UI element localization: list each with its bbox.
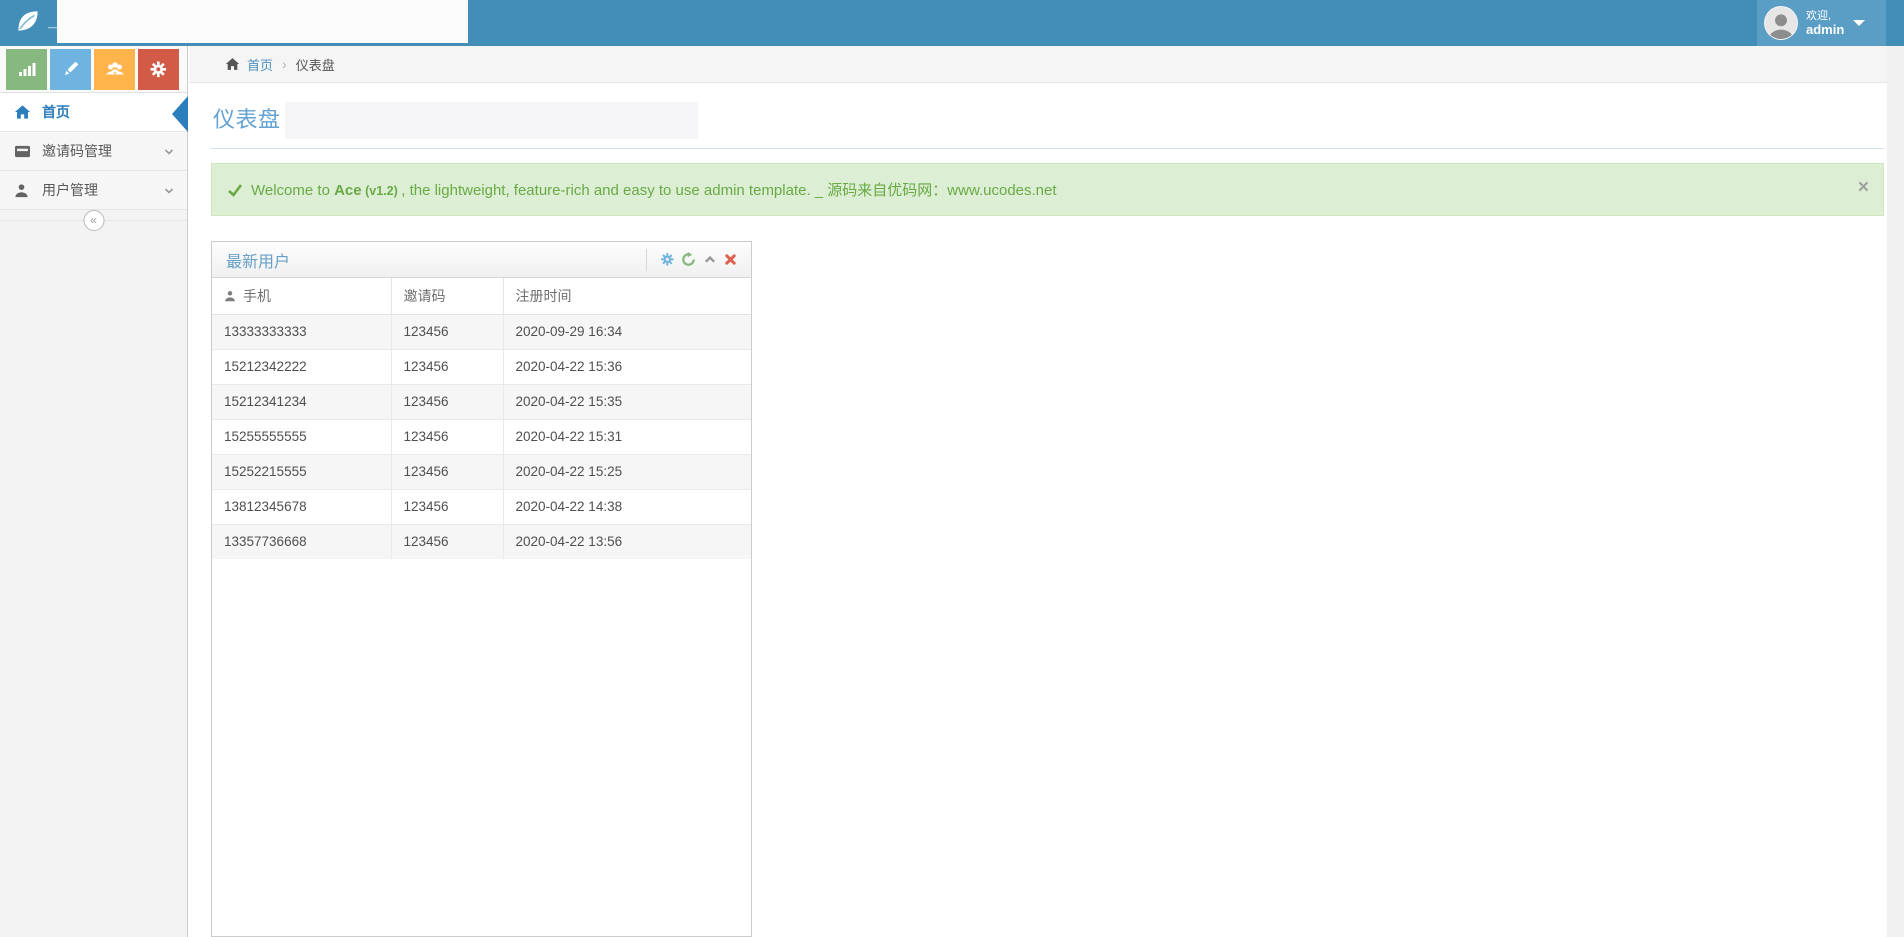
users-shortcut-button[interactable] [94, 49, 135, 90]
cell-invite-code: 123456 [391, 349, 503, 384]
caret-down-icon [1853, 20, 1865, 26]
home-icon [225, 57, 240, 71]
home-icon [14, 104, 34, 120]
brand[interactable]: _ [12, 5, 57, 37]
alert-source: _ 源码来自优码网：www.ucodes.net [815, 182, 1057, 199]
cell-register-time: 2020-09-29 16:34 [503, 314, 751, 349]
cell-invite-code: 123456 [391, 419, 503, 454]
alert-success: Welcome to Ace (v1.2) , the lightweight,… [211, 163, 1884, 216]
sidebar-item-label: 邀请码管理 [42, 141, 112, 161]
breadcrumb-home-link[interactable]: 首页 [247, 55, 273, 74]
users-icon [105, 60, 125, 78]
cell-phone: 15252215555 [212, 454, 391, 489]
user-menu[interactable]: 欢迎, admin [1757, 0, 1886, 46]
user-welcome: 欢迎, [1806, 9, 1844, 23]
user-name: admin [1806, 23, 1844, 37]
table-row: 13333333333 123456 2020-09-29 16:34 [212, 314, 751, 349]
sidebar-nav: 首页 邀请码管理 用户管理 [0, 93, 187, 210]
redaction-overlay-title [285, 102, 698, 139]
user-icon [14, 183, 34, 198]
cell-phone: 13333333333 [212, 314, 391, 349]
person-icon [224, 290, 236, 302]
cell-register-time: 2020-04-22 14:38 [503, 489, 751, 524]
breadcrumb-current: 仪表盘 [296, 55, 335, 74]
edit-shortcut-button[interactable] [50, 49, 91, 90]
breadcrumb: 首页 › 仪表盘 [189, 46, 1887, 83]
table-header-row: 手机 邀请码 注册时间 [212, 278, 751, 314]
cell-invite-code: 123456 [391, 454, 503, 489]
collapse-left-icon: « [90, 213, 97, 227]
close-icon[interactable] [720, 250, 741, 270]
chevron-down-icon [163, 184, 175, 200]
leaf-icon [12, 5, 44, 37]
sidebar-item-label: 用户管理 [42, 180, 98, 200]
widget-header: 最新用户 [212, 242, 751, 278]
close-icon[interactable]: × [1858, 178, 1869, 197]
sidebar-item-user-management[interactable]: 用户管理 [0, 171, 187, 210]
user-info: 欢迎, admin [1806, 9, 1844, 37]
stats-shortcut-button[interactable] [6, 49, 47, 90]
table-row: 15252215555 123456 2020-04-22 15:25 [212, 454, 751, 489]
sidebar: 首页 邀请码管理 用户管理 [0, 46, 188, 937]
cell-invite-code: 123456 [391, 384, 503, 419]
column-header-phone: 手机 [212, 278, 391, 314]
sidebar-collapse-row: « [0, 220, 187, 246]
app-root: _ 欢迎, admin [0, 0, 1904, 937]
cell-phone: 15212342222 [212, 349, 391, 384]
settings-shortcut-button[interactable] [138, 49, 179, 90]
cell-register-time: 2020-04-22 15:35 [503, 384, 751, 419]
cell-invite-code: 123456 [391, 524, 503, 559]
page-header-divider [211, 148, 1884, 149]
cell-phone: 13812345678 [212, 489, 391, 524]
inbox-icon [14, 144, 34, 159]
check-icon [227, 182, 243, 198]
signal-icon [18, 60, 36, 78]
widget-title: 最新用户 [226, 248, 646, 272]
cell-phone: 15255555555 [212, 419, 391, 454]
sidebar-shortcuts [0, 46, 187, 93]
pencil-icon [62, 60, 80, 78]
cell-invite-code: 123456 [391, 489, 503, 524]
breadcrumb-separator: › [282, 56, 287, 72]
sidebar-collapse-button[interactable]: « [83, 210, 104, 231]
widget-toolbar [646, 249, 741, 271]
cell-invite-code: 123456 [391, 314, 503, 349]
scrollbar[interactable] [1887, 46, 1904, 937]
sidebar-item-invite-codes[interactable]: 邀请码管理 [0, 132, 187, 171]
cell-register-time: 2020-04-22 15:36 [503, 349, 751, 384]
gears-icon [149, 60, 168, 79]
cell-phone: 13357736668 [212, 524, 391, 559]
sidebar-item-home[interactable]: 首页 [0, 93, 187, 132]
column-header-register-time: 注册时间 [503, 278, 751, 314]
active-menu-arrow [172, 96, 188, 132]
table-row: 15212341234 123456 2020-04-22 15:35 [212, 384, 751, 419]
cell-register-time: 2020-04-22 13:56 [503, 524, 751, 559]
alert-text: Welcome to Ace (v1.2) , the lightweight,… [251, 179, 1057, 200]
alert-brand: Ace [334, 182, 362, 199]
table-row: 15212342222 123456 2020-04-22 15:36 [212, 349, 751, 384]
cell-phone: 15212341234 [212, 384, 391, 419]
table-row: 13357736668 123456 2020-04-22 13:56 [212, 524, 751, 559]
refresh-icon[interactable] [678, 250, 699, 270]
settings-icon[interactable] [657, 250, 678, 270]
sidebar-item-label: 首页 [42, 102, 70, 122]
avatar [1764, 6, 1798, 40]
cell-register-time: 2020-04-22 15:25 [503, 454, 751, 489]
cell-register-time: 2020-04-22 15:31 [503, 419, 751, 454]
collapse-up-icon[interactable] [699, 250, 720, 270]
main-content: 首页 › 仪表盘 仪表盘_ Welcome to Ace (v1.2) , th… [189, 46, 1887, 937]
table-row: 13812345678 123456 2020-04-22 14:38 [212, 489, 751, 524]
redaction-overlay-navbar [57, 0, 468, 43]
widget-latest-users: 最新用户 [211, 241, 752, 937]
chevron-down-icon [163, 145, 175, 161]
column-header-invite-code: 邀请码 [391, 278, 503, 314]
table-row: 15255555555 123456 2020-04-22 15:31 [212, 419, 751, 454]
latest-users-table: 手机 邀请码 注册时间 13333333333 123456 2020-09-2… [212, 278, 751, 559]
top-navbar: _ 欢迎, admin [0, 0, 1904, 46]
